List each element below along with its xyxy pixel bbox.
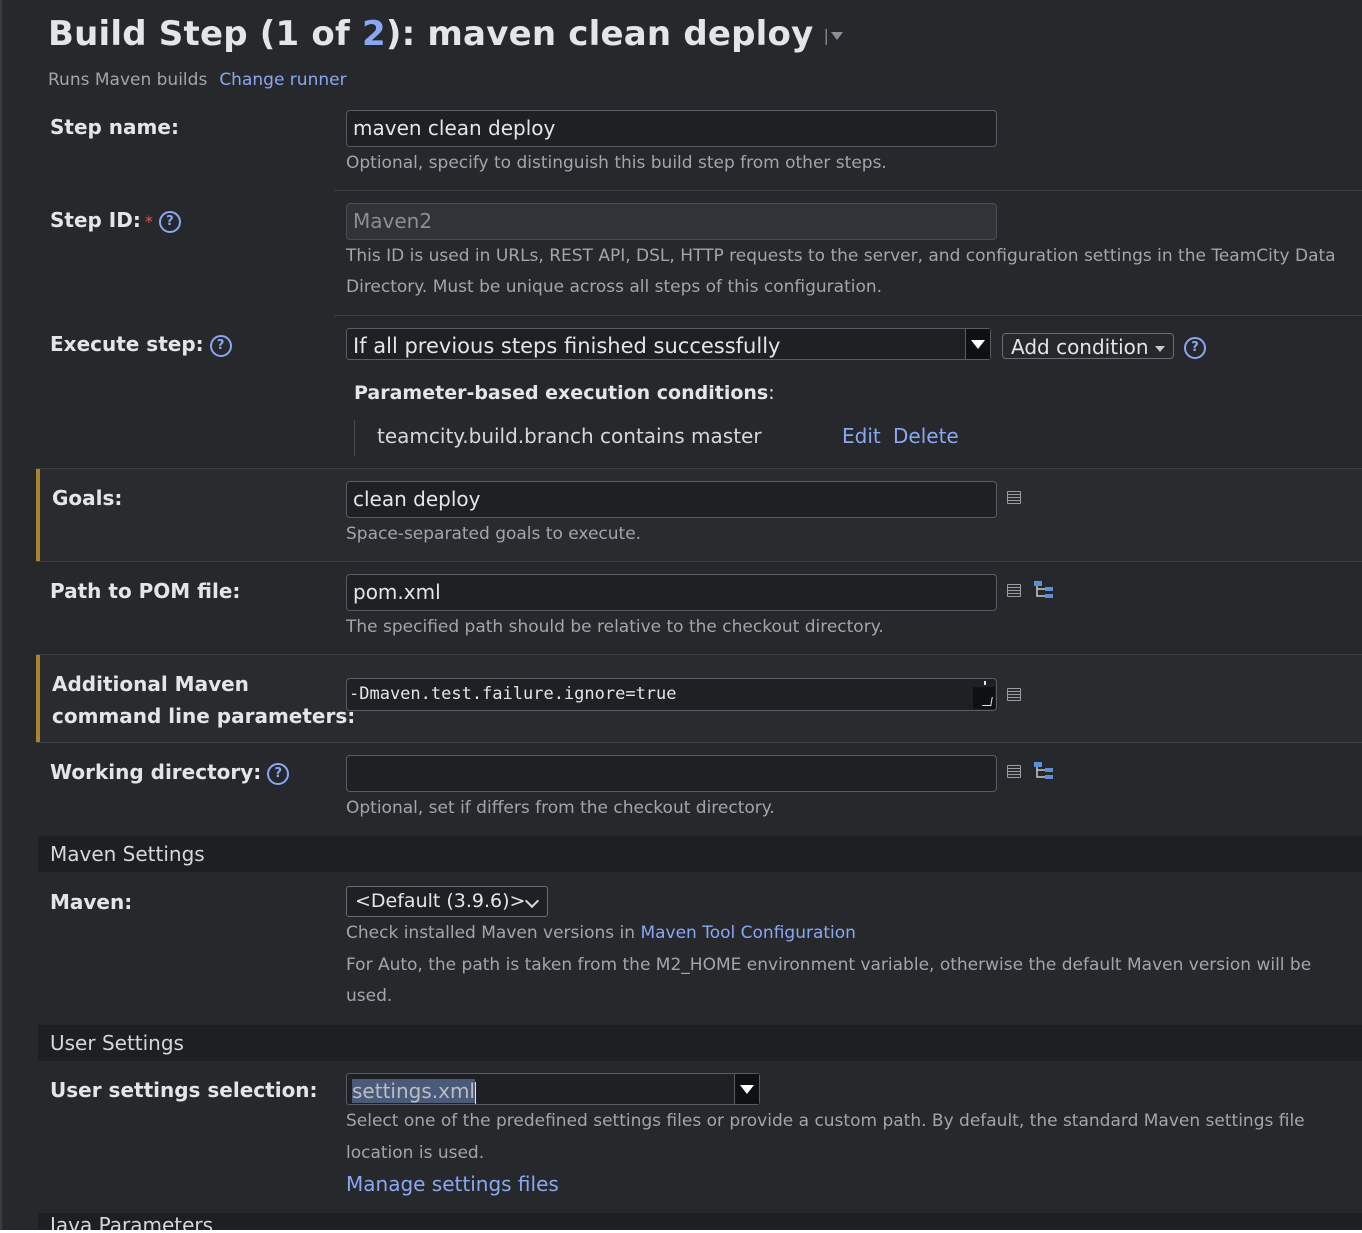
add-condition-button[interactable]: Add condition [1002, 333, 1174, 359]
goals-hint: Space-separated goals to execute. [346, 524, 642, 544]
change-runner-link[interactable]: Change runner [219, 70, 346, 90]
required-mark: * [144, 212, 153, 231]
goals-input[interactable]: clean deploy [346, 481, 997, 518]
step-id-hint-line2: Directory. Must be unique across all ste… [346, 277, 883, 297]
maven-check-hint-text: Check installed Maven versions in [346, 923, 641, 943]
working-dir-hint: Optional, set if differs from the checko… [346, 798, 775, 818]
pom-label: Path to POM file: [50, 579, 241, 603]
expand-editor-icon[interactable] [1007, 584, 1021, 597]
manage-settings-files-link[interactable]: Manage settings files [346, 1169, 559, 1200]
step-name-input[interactable]: maven clean deploy [346, 110, 997, 147]
additional-params-textarea[interactable]: -Dmaven.test.failure.ignore=true [346, 678, 997, 711]
modified-marker [36, 655, 40, 742]
help-icon[interactable]: ? [209, 334, 232, 357]
maven-auto-hint-line2: used. [346, 986, 393, 1006]
help-icon[interactable]: ? [1184, 337, 1206, 359]
execute-step-combobox[interactable]: If all previous steps finished successfu… [346, 328, 991, 360]
step-id-hint-line1: This ID is used in URLs, REST API, DSL, … [346, 246, 1336, 266]
divider [334, 315, 1362, 316]
dropdown-arrow-icon[interactable] [734, 1074, 759, 1104]
execute-step-label-text: Execute step: [50, 332, 204, 356]
conditions-title: Parameter-based execution conditions: [354, 382, 775, 404]
maven-check-hint: Check installed Maven versions in Maven … [346, 918, 856, 949]
divider [334, 190, 1362, 191]
step-name-hint: Optional, specify to distinguish this bu… [346, 153, 887, 173]
edit-condition-link[interactable]: Edit [842, 424, 881, 448]
conditions-title-text: Parameter-based execution conditions [354, 382, 769, 404]
help-icon[interactable]: ? [267, 762, 290, 785]
title-prefix: Build Step (1 of [48, 14, 362, 54]
user-settings-label: User settings selection: [50, 1078, 318, 1102]
condition-text: teamcity.build.branch contains master [377, 424, 762, 448]
execute-step-value: If all previous steps finished successfu… [353, 334, 781, 358]
resize-handle-icon[interactable] [973, 681, 995, 709]
user-settings-value: settings.xml [352, 1079, 475, 1103]
delete-condition-link[interactable]: Delete [893, 424, 959, 448]
user-settings-hint-line2: location is used. [346, 1143, 485, 1163]
runner-text: Runs Maven builds [48, 70, 208, 90]
execute-step-label: Execute step:? [50, 328, 232, 360]
title-separator: | [823, 26, 830, 45]
section-title: Maven Settings [50, 842, 205, 866]
maven-label: Maven: [50, 890, 133, 914]
expand-editor-icon[interactable] [1007, 688, 1021, 701]
add-condition-label: Add condition [1011, 335, 1149, 359]
step-id-label: Step ID: *? [50, 204, 181, 238]
goals-label: Goals: [52, 486, 123, 510]
expand-editor-icon[interactable] [1007, 765, 1021, 778]
help-icon[interactable]: ? [158, 210, 181, 233]
working-dir-input[interactable] [346, 755, 997, 792]
chevron-down-icon [1154, 345, 1165, 352]
step-name-label: Step name: [50, 115, 179, 139]
step-id-input: Maven2 [346, 203, 997, 240]
modified-marker [36, 469, 40, 561]
page-title: Build Step (1 of 2): maven clean deploy | [48, 14, 844, 54]
condition-indent-line [354, 420, 355, 456]
conditions-title-colon: : [768, 382, 775, 404]
user-settings-hint-line1: Select one of the predefined settings fi… [346, 1111, 1305, 1131]
user-settings-combobox[interactable]: settings.xml [346, 1073, 760, 1105]
user-settings-value-wrap: settings.xml [352, 1074, 476, 1108]
title-dropdown-icon[interactable] [831, 31, 844, 40]
additional-params-label-line1: Additional Maven [52, 672, 249, 696]
additional-params-label-line2: command line parameters: [52, 704, 356, 728]
chevron-down-icon [524, 893, 540, 909]
divider [36, 561, 1362, 562]
maven-version-select[interactable]: <Default (3.9.6)> [346, 886, 548, 917]
file-tree-icon[interactable] [1033, 760, 1055, 782]
section-title: User Settings [50, 1031, 184, 1055]
maven-version-value: <Default (3.9.6)> [355, 890, 526, 912]
step-total-link[interactable]: 2 [362, 14, 386, 54]
working-dir-label-text: Working directory: [50, 760, 262, 784]
pom-hint: The specified path should be relative to… [346, 617, 884, 637]
maven-settings-section-header: Maven Settings [38, 836, 1362, 872]
expand-editor-icon[interactable] [1007, 491, 1021, 504]
additional-params-value: -Dmaven.test.failure.ignore=true [349, 684, 677, 704]
user-settings-section-header: User Settings [38, 1025, 1362, 1061]
file-tree-icon[interactable] [1033, 579, 1055, 601]
maven-auto-hint-line1: For Auto, the path is taken from the M2_… [346, 955, 1312, 975]
dropdown-arrow-icon[interactable] [965, 329, 990, 359]
step-id-label-text: Step ID: [50, 208, 141, 232]
left-border [0, 0, 2, 1233]
working-dir-label: Working directory:? [50, 756, 290, 788]
maven-tool-config-link[interactable]: Maven Tool Configuration [640, 923, 856, 943]
text-cursor [475, 1081, 476, 1104]
pom-input[interactable]: pom.xml [346, 574, 997, 611]
divider [36, 742, 1362, 743]
title-suffix: ): maven clean deploy [385, 14, 814, 54]
runner-info: Runs Maven builds Change runner [48, 70, 347, 90]
